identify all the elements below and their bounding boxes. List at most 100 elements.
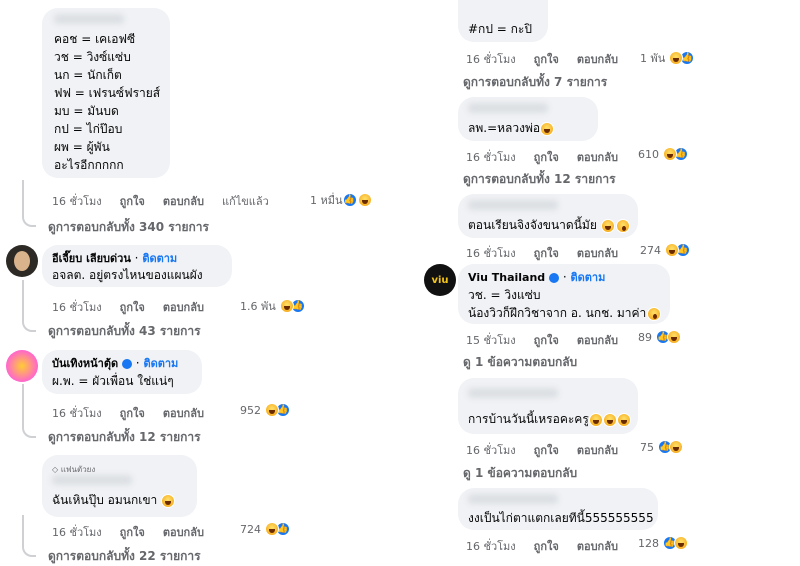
comment-text: อจลต. อยู่ตรงไหนของแผนผัง (52, 268, 203, 282)
like-link[interactable]: ถูกใจ (120, 301, 145, 314)
reaction-summary[interactable]: 724 👍 (240, 522, 290, 536)
view-replies-link[interactable]: ดูการตอบกลับทั้ง 12 รายการ (463, 170, 616, 189)
like-link[interactable]: ถูกใจ (120, 407, 145, 420)
view-replies-link[interactable]: ดู 1 ข้อความตอบกลับ (463, 353, 577, 372)
reply-link[interactable]: ตอบกลับ (577, 151, 618, 164)
reaction-count: 724 (240, 522, 261, 536)
like-link[interactable]: ถูกใจ (120, 195, 145, 208)
avatar[interactable] (6, 350, 38, 382)
follow-button[interactable]: ติดตาม (571, 271, 606, 284)
reaction-count: 75 (640, 440, 654, 454)
comment-bubble: คอช = เคเอฟซี วช = วิงซ์แซ่บ นก = นักเก็… (42, 8, 170, 178)
reaction-summary[interactable]: 89 👍 (638, 330, 681, 344)
reply-link[interactable]: ตอบกลับ (577, 334, 618, 347)
commenter-name-blurred (468, 200, 558, 210)
reaction-summary[interactable]: 128 👍 (638, 536, 688, 550)
reaction-summary[interactable]: 274 👍 (640, 243, 690, 257)
comment-actions: 16 ชั่วโมง ถูกใจ ตอบกลับ (52, 523, 222, 541)
reaction-summary[interactable]: 75 👍 (640, 440, 683, 454)
comment-text: ฉันเหินปุ๊บ อมนกเขา (52, 491, 176, 509)
comment-text: ผ.พ. = ผัวเพื่อน ใช่แน่ๆ (52, 374, 174, 388)
comment-line: กป = ไก่ป๊อบ (54, 122, 123, 136)
view-replies-link[interactable]: ดูการตอบกลับทั้ง 43 รายการ (48, 322, 201, 341)
laughing-emoji-icon (602, 412, 617, 427)
commenter-name-blurred (468, 494, 558, 504)
reply-link[interactable]: ตอบกลับ (163, 407, 204, 420)
avatar[interactable] (6, 245, 38, 277)
comment-actions: 16 ชั่วโมง ถูกใจ ตอบกลับ (466, 50, 636, 68)
like-link[interactable]: ถูกใจ (534, 53, 559, 66)
reaction-count: 1 หมื่น (310, 194, 343, 207)
haha-icon (265, 522, 279, 536)
reaction-summary[interactable]: 1.6 พัน 👍 (240, 297, 305, 315)
comment-line: วช. = วิงแซ่บ (468, 288, 541, 302)
reaction-count: 128 (638, 536, 659, 550)
commenter-name[interactable]: อีเจี๊ยบ เลียบด่วน (52, 252, 131, 265)
comment-text: ลพ.=หลวงพ่อ (468, 119, 555, 137)
comment-bubble: การบ้านวันนี้เหรอคะครู (458, 378, 638, 434)
comment-text: งงเป็นไก่ตาแตกเลยทีนี้555555555 (468, 511, 654, 525)
haha-emoji-icon (161, 493, 176, 508)
viu-avatar[interactable]: viu (424, 264, 456, 296)
reply-link[interactable]: ตอบกลับ (577, 444, 618, 457)
reply-link[interactable]: ตอบกลับ (577, 247, 618, 260)
like-link[interactable]: ถูกใจ (120, 526, 145, 539)
view-replies-link[interactable]: ดูการตอบกลับทั้ง 12 รายการ (48, 428, 201, 447)
reply-link[interactable]: ตอบกลับ (577, 540, 618, 553)
fearful-emoji-icon (615, 218, 630, 233)
fearful-emoji-icon (647, 306, 662, 321)
timestamp[interactable]: 16 ชั่วโมง (466, 247, 516, 260)
comment-header: Viu Thailand · ติดตาม (468, 268, 605, 287)
haha-icon (674, 536, 688, 550)
reply-link[interactable]: ตอบกลับ (163, 526, 204, 539)
view-replies-link[interactable]: ดูการตอบกลับทั้ง 22 รายการ (48, 547, 201, 566)
reply-link[interactable]: ตอบกลับ (577, 53, 618, 66)
haha-icon (669, 440, 683, 454)
comment-line: วช = วิงซ์แซ่บ (54, 50, 131, 64)
comment-line: อะไรอีกกกกก (54, 158, 124, 172)
reply-link[interactable]: ตอบกลับ (163, 301, 204, 314)
reply-link[interactable]: ตอบกลับ (163, 195, 204, 208)
follow-button[interactable]: ติดตาม (143, 357, 178, 370)
commenter-name[interactable]: บันเทิงหน้าตุ้ด (52, 357, 118, 370)
reaction-summary[interactable]: 952 👍 (240, 403, 290, 417)
like-link[interactable]: ถูกใจ (534, 334, 559, 347)
like-link[interactable]: ถูกใจ (534, 247, 559, 260)
timestamp[interactable]: 16 ชั่วโมง (466, 151, 516, 164)
comment-bubble: อีเจี๊ยบ เลียบด่วน · ติดตาม อจลต. อยู่ตร… (42, 245, 232, 287)
timestamp[interactable]: 16 ชั่วโมง (466, 540, 516, 553)
view-replies-link[interactable]: ดูการตอบกลับทั้ง 340 รายการ (48, 218, 209, 237)
like-link[interactable]: ถูกใจ (534, 444, 559, 457)
timestamp[interactable]: 16 ชั่วโมง (52, 195, 102, 208)
haha-icon (665, 243, 679, 257)
timestamp[interactable]: 16 ชั่วโมง (52, 526, 102, 539)
timestamp[interactable]: 16 ชั่วโมง (466, 53, 516, 66)
timestamp[interactable]: 16 ชั่วโมง (466, 444, 516, 457)
comment-line: ฟฟ = เฟรนซ์ฟรายส์ (54, 86, 161, 100)
like-link[interactable]: ถูกใจ (534, 540, 559, 553)
like-link[interactable]: ถูกใจ (534, 151, 559, 164)
viu-logo-text: viu (431, 274, 449, 286)
comment-actions: 16 ชั่วโมง ถูกใจ ตอบกลับ (466, 244, 636, 262)
timestamp[interactable]: 15 ชั่วโมง (466, 334, 516, 347)
commenter-name-blurred (468, 103, 548, 113)
reaction-summary[interactable]: 610 👍 (638, 147, 688, 161)
separator-dot: · (562, 270, 567, 284)
timestamp[interactable]: 16 ชั่วโมง (52, 301, 102, 314)
follow-button[interactable]: ติดตาม (142, 252, 177, 265)
timestamp[interactable]: 16 ชั่วโมง (52, 407, 102, 420)
verified-icon (121, 358, 132, 369)
commenter-name[interactable]: Viu Thailand (468, 271, 545, 284)
view-replies-link[interactable]: ดู 1 ข้อความตอบกลับ (463, 464, 577, 483)
laughing-emoji-icon (600, 218, 615, 233)
comment-actions: 16 ชั่วโมง ถูกใจ ตอบกลับ (466, 148, 636, 166)
comment-bubble: ◇ แฟนตัวยง ฉันเหินปุ๊บ อมนกเขา (42, 455, 197, 517)
comment-text: ตอนเรียนจิงจังขนาดนี้มัย (468, 216, 630, 234)
view-replies-link[interactable]: ดูการตอบกลับทั้ง 7 รายการ (463, 73, 607, 92)
thread-line (22, 180, 36, 227)
reaction-summary[interactable]: 1 หมื่น 👍 (310, 191, 372, 209)
reaction-summary[interactable]: 1 พัน 👍 (640, 49, 695, 67)
laughing-emoji-icon (616, 412, 631, 427)
comment-line: ลพ.=หลวงพ่อ (468, 121, 541, 135)
haha-icon (663, 147, 677, 161)
